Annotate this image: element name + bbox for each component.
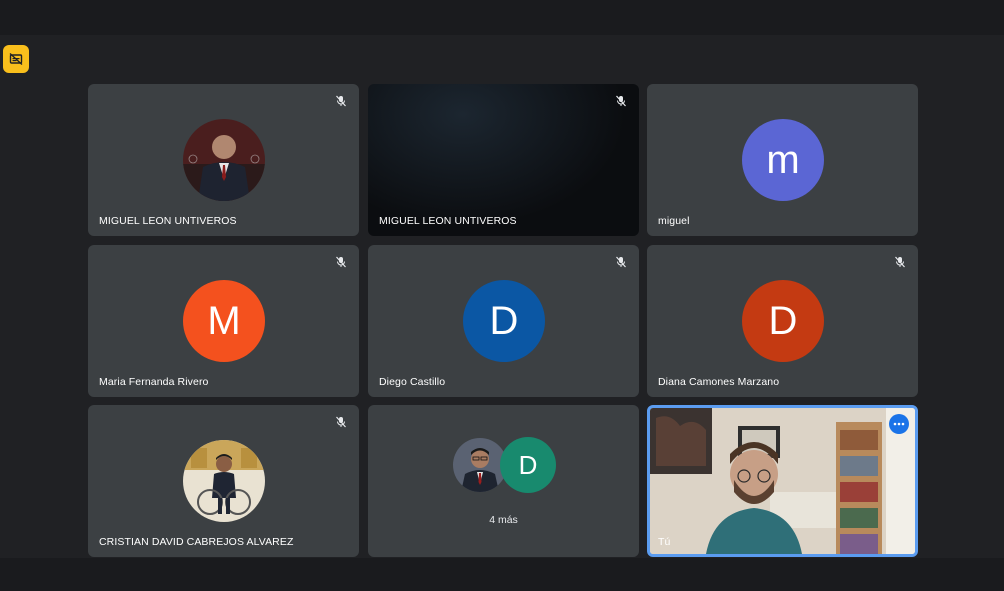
participant-photo	[183, 440, 265, 522]
top-bar	[0, 0, 1004, 35]
participant-name: CRISTIAN DAVID CABREJOS ALVAREZ	[99, 536, 294, 548]
participant-avatar: D	[463, 280, 545, 362]
participant-name: miguel	[658, 215, 690, 227]
participant-name: MIGUEL LEON UNTIVEROS	[99, 215, 237, 227]
participant-name: Maria Fernanda Rivero	[99, 376, 209, 388]
participant-name: Tú	[658, 536, 671, 548]
bottom-bar	[0, 558, 1004, 591]
participant-grid: MIGUEL LEON UNTIVEROS MIGUEL LEON UNTIVE…	[88, 84, 918, 557]
participant-tile[interactable]: CRISTIAN DAVID CABREJOS ALVAREZ	[88, 405, 359, 557]
participant-name: Diego Castillo	[379, 376, 446, 388]
participant-avatar: D	[742, 280, 824, 362]
participant-name: MIGUEL LEON UNTIVEROS	[379, 215, 517, 227]
more-horizontal-icon	[893, 422, 905, 426]
participant-tile[interactable]: MIGUEL LEON UNTIVEROS	[368, 84, 639, 236]
mic-off-icon	[895, 256, 905, 268]
more-participants-label: 4 más	[489, 514, 518, 526]
participant-tile[interactable]: D Diana Camones Marzano	[647, 245, 918, 397]
mic-off-icon	[616, 256, 626, 268]
mic-off-icon	[336, 95, 346, 107]
captions-button[interactable]	[3, 45, 29, 73]
participant-name: Diana Camones Marzano	[658, 376, 780, 388]
participant-avatar: D	[500, 437, 556, 493]
self-video-tile[interactable]: Tú	[647, 405, 918, 557]
participant-tile[interactable]: MIGUEL LEON UNTIVEROS	[88, 84, 359, 236]
participant-tile[interactable]: m miguel	[647, 84, 918, 236]
more-options-button[interactable]	[889, 414, 909, 434]
more-participants-avatars: D	[452, 436, 562, 493]
self-video-feed	[650, 408, 915, 554]
more-participants-tile[interactable]: D 4 más	[368, 405, 639, 557]
participant-photo	[183, 119, 265, 201]
mic-off-icon	[336, 256, 346, 268]
captions-off-icon	[9, 52, 23, 66]
participant-avatar: m	[742, 119, 824, 201]
mic-off-icon	[336, 416, 346, 428]
mic-off-icon	[616, 95, 626, 107]
participant-avatar: M	[183, 280, 265, 362]
participant-tile[interactable]: D Diego Castillo	[368, 245, 639, 397]
participant-tile[interactable]: M Maria Fernanda Rivero	[88, 245, 359, 397]
